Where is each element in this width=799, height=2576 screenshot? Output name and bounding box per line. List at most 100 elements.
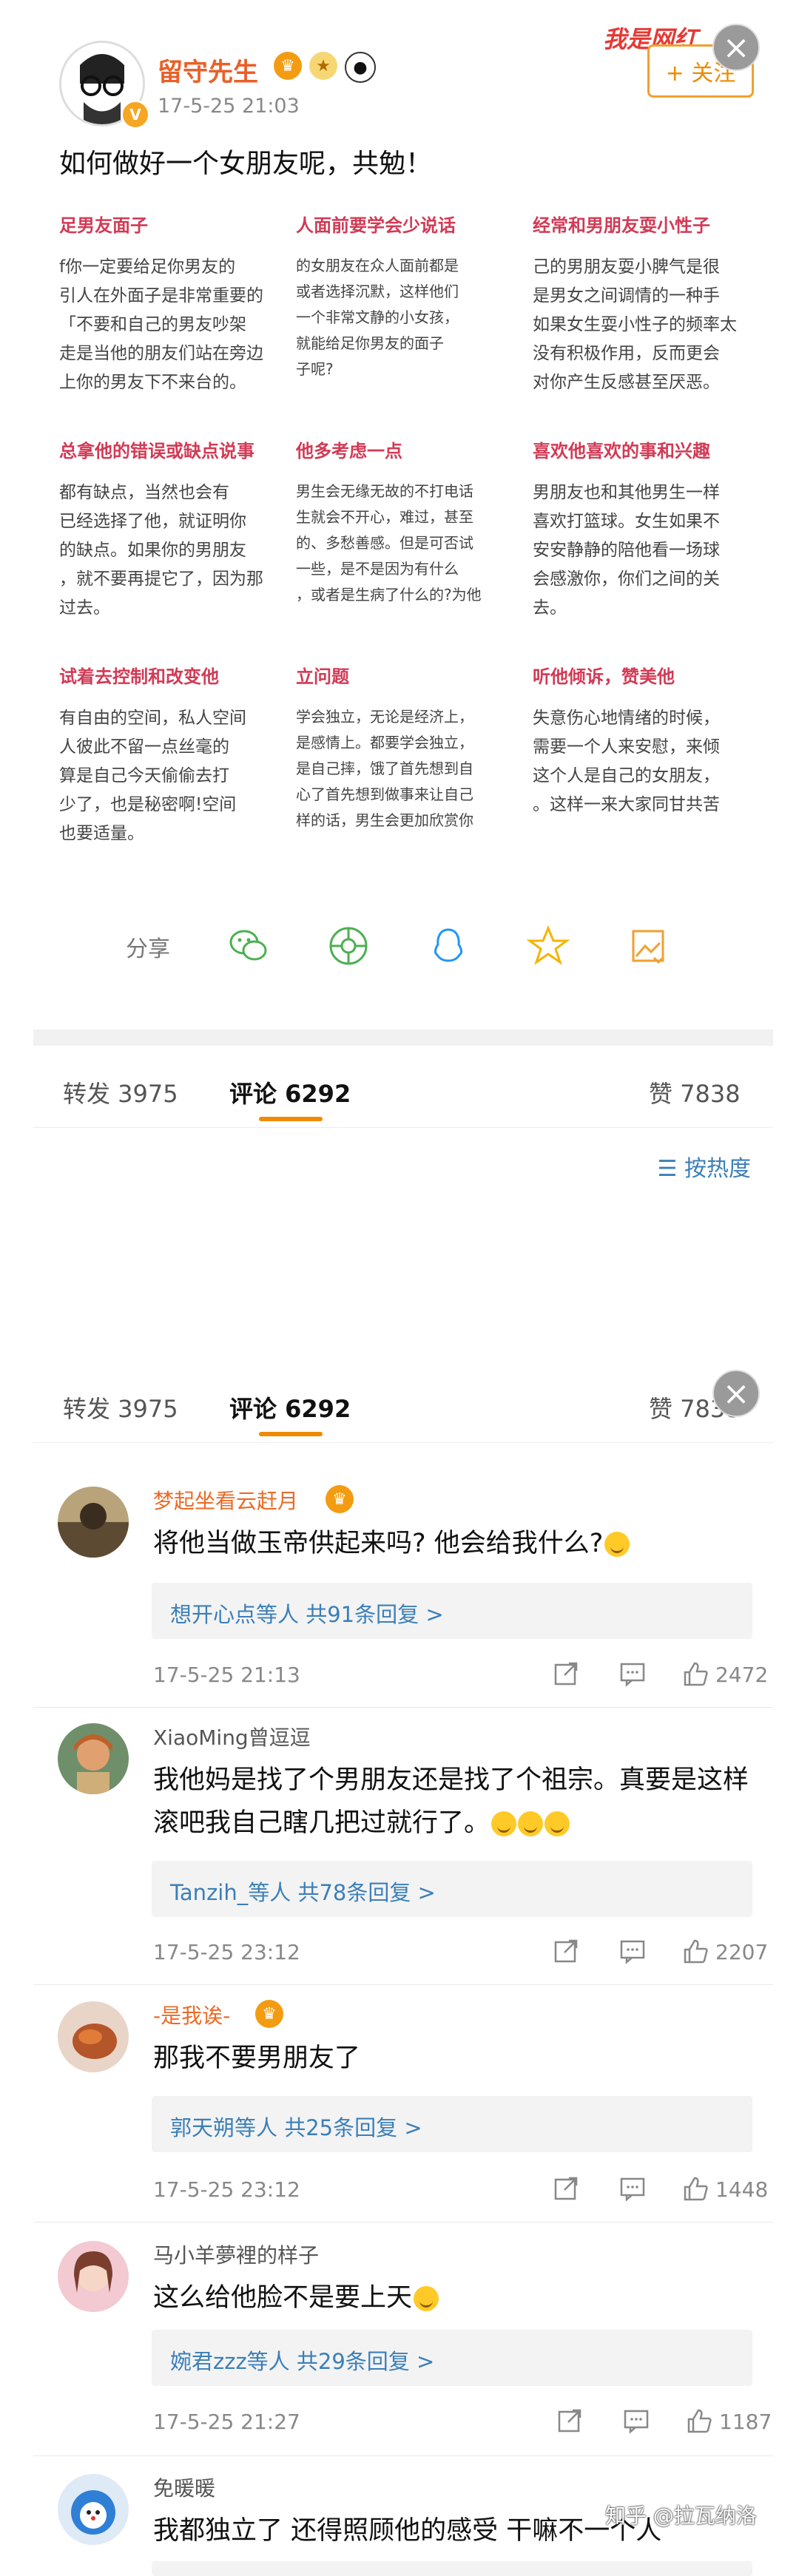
qzone-icon[interactable] [525,923,571,969]
comment-text-content: 我他妈是找了个男朋友还是找了个祖宗。真要是这样滚吧我自己瞎几把过就行了。 [153,1765,749,1838]
replies-link[interactable]: 想开心点等人 共91条回复 > [170,1598,444,1629]
repost-icon[interactable] [553,2404,587,2438]
replies-link[interactable]: 郭天朔等人 共25条回复 > [170,2111,422,2142]
tip-card: 经常和男朋友耍小性子 己的男朋友耍小脾气是很 是男女之间调情的一种手 如果女生耍… [533,211,769,433]
comment-footer: 17-5-25 21:13 2472 [153,1657,769,1694]
tip-card: 喜欢他喜欢的事和兴趣 男朋友也和其他男生一样 喜欢打篮球。女生如果不 安安静静的… [533,436,769,658]
comment-icon[interactable] [616,1934,650,1968]
replies-link[interactable]: 婉君zzz等人 共29条回复 > [170,2345,434,2376]
tip-body: f你一定要给足你男友的 引人在外面子是非常重要的 「不要和自己的男友吵架 走是当… [59,257,263,392]
comment-footer: 17-5-25 21:27 1187 [153,2404,772,2441]
tip-card: 人面前要学会少说话 的女朋友在众人面前都是 或者选择沉默，这样他们 一个非常文静… [296,211,533,433]
commenter-avatar[interactable] [58,1487,129,1558]
replies-box[interactable]: 想开心点等人 共91条回复 > [152,1583,752,1639]
replies-box[interactable]: Tanzih_等人 共78条回复 > [152,1861,752,1917]
tip-body: 男生会无缘无故的不打电话 生就会不开心，难过，甚至 的、多愁善感。但是可否试 一… [296,482,482,604]
tip-title: 经常和男朋友耍小性子 [533,215,710,236]
comment-icon[interactable] [616,1657,650,1691]
comment-time: 17-5-25 21:27 [153,2410,300,2434]
comment-section: 转发 3975 评论 6292 赞 7838 × 梦起坐看云赶月 ♛ 将他当做玉… [33,1361,773,2576]
comment-icon[interactable] [616,2171,650,2205]
tip-body: 学会独立，无论是经济上， 是感情上。都要学会独立， 是自己摔，饿了首先想到自 心… [296,708,473,829]
post-time: 17-5-25 21:03 [158,95,300,118]
save-image-icon[interactable] [625,923,671,969]
comment-text: 这么给他脸不是要上天 [153,2276,752,2319]
tip-body: 失意伤心地情绪的时候， 需要一个人来安慰，来倾 这个人是自己的女朋友， 。这样一… [533,709,720,814]
repost-icon[interactable] [549,1657,583,1691]
tip-card: 听他倾诉，赞美他 失意伤心地情绪的时候， 需要一个人来安慰，来倾 这个人是自己的… [533,662,769,880]
comment-icon[interactable] [619,2404,653,2438]
tab-comment[interactable]: 评论 6292 [229,1390,351,1424]
tab-repost[interactable]: 转发 3975 [63,1075,178,1109]
like-icon[interactable] [678,1934,712,1968]
close-icon[interactable]: × [712,1370,760,1417]
commenter-avatar[interactable] [58,2001,129,2072]
commenter-name[interactable]: XiaoMing曾逗逗 [153,1722,311,1751]
tip-title: 人面前要学会少说话 [296,215,456,236]
section-divider [33,1030,773,1046]
comment-text-content: 将他当做玉帝供起来吗? 他会给我什么? [153,1529,604,1558]
close-icon[interactable]: × [712,24,760,71]
tip-card: 试着去控制和改变他 有自由的空间，私人空间 人彼此不留一点丝毫的 算是自己今天偷… [59,662,296,880]
like-icon[interactable] [678,1657,712,1691]
comment-divider [33,1984,773,1985]
tab-like[interactable]: 赞 7838 [649,1075,741,1109]
tip-body: 的女朋友在众人面前都是 或者选择沉默，这样他们 一个非常文静的小女孩， 就能给足… [296,257,459,378]
post-text: 如何做好一个女朋友呢，共勉！ [59,149,433,179]
comment-text-content: 这么给他脸不是要上天 [153,2283,413,2313]
verified-badge-icon: V [121,100,150,129]
tab-comment[interactable]: 评论 6292 [229,1075,351,1109]
commenter-avatar[interactable] [58,2474,129,2545]
tips-image[interactable]: 足男友面子 f你一定要给足你男友的 引人在外面子是非常重要的 「不要和自己的男友… [59,196,769,880]
post-tabbar: 转发 3975 评论 6292 赞 7838 [33,1046,773,1127]
repost-icon[interactable] [549,1934,583,1968]
comment-divider [33,1707,773,1708]
like-icon[interactable] [682,2404,716,2438]
qq-icon[interactable] [425,923,471,969]
commenter-name[interactable]: -是我诶- [153,2000,230,2029]
sort-icon: ☰ [657,1156,678,1182]
smile-emoji-icon [491,1811,517,1836]
panda-badge-icon: ● [345,52,376,83]
repost-icon[interactable] [549,2171,583,2205]
medal-badge-icon: ★ [309,52,337,80]
sort-label: 按热度 [684,1156,751,1182]
active-tab-indicator [259,1117,323,1121]
comment-time: 17-5-25 23:12 [153,1940,300,1964]
commenter-name[interactable]: 马小羊夢裡的样子 [153,2239,319,2269]
tab-repost[interactable]: 转发 3975 [63,1390,178,1424]
tip-body: 男朋友也和其他男生一样 喜欢打篮球。女生如果不 安安静静的陪他看一场球 会感激你… [533,483,720,618]
tip-title: 立问题 [296,666,349,687]
like-count: 2472 [715,1663,769,1687]
tip-card: 他多考虑一点 男生会无缘无故的不打电话 生就会不开心，难过，甚至 的、多愁善感。… [296,436,533,658]
tip-body: 己的男朋友耍小脾气是很 是男女之间调情的一种手 如果女生耍小性子的频率太 没有积… [533,257,737,392]
share-bar: 分享 [33,917,773,976]
smile-emoji-icon [545,1811,570,1836]
tip-body: 有自由的空间，私人空间 人彼此不留一点丝毫的 算是自己今天偷偷去打 少了，也是秘… [59,709,246,843]
comment-time: 17-5-25 21:13 [153,1663,300,1687]
commenter-avatar[interactable] [58,1723,129,1794]
wechat-icon[interactable] [226,923,272,969]
commenter-avatar[interactable] [58,2241,129,2312]
crown-badge-icon: ♛ [274,52,302,80]
crown-badge-icon: ♛ [326,1485,354,1513]
smile-emoji-icon [414,2286,439,2311]
replies-box[interactable] [152,2561,752,2576]
sort-by-hot-button[interactable]: ☰ 按热度 [658,1150,751,1183]
comment-text: 那我不要男朋友了 [153,2043,361,2073]
replies-link[interactable]: Tanzih_等人 共78条回复 > [170,1876,436,1907]
replies-box[interactable]: 婉君zzz等人 共29条回复 > [152,2330,752,2386]
tip-title: 他多考虑一点 [296,441,402,462]
comment-tabbar: 转发 3975 评论 6292 赞 7838 [33,1361,773,1443]
tip-card: 立问题 学会独立，无论是经济上， 是感情上。都要学会独立， 是自己摔，饿了首先想… [296,662,533,880]
replies-box[interactable]: 郭天朔等人 共25条回复 > [152,2096,752,2152]
author-name[interactable]: 留守先生 [158,52,258,88]
like-icon[interactable] [678,2171,712,2205]
moments-icon[interactable] [326,923,371,969]
commenter-name[interactable]: 梦起坐看云赶月 [153,1485,298,1515]
commenter-name[interactable]: 免暖暖 [153,2472,215,2502]
share-label: 分享 [126,936,170,962]
tip-title: 总拿他的错误或缺点说事 [59,441,254,462]
tip-title: 足男友面子 [59,215,148,236]
comment-time: 17-5-25 23:12 [153,2177,300,2202]
